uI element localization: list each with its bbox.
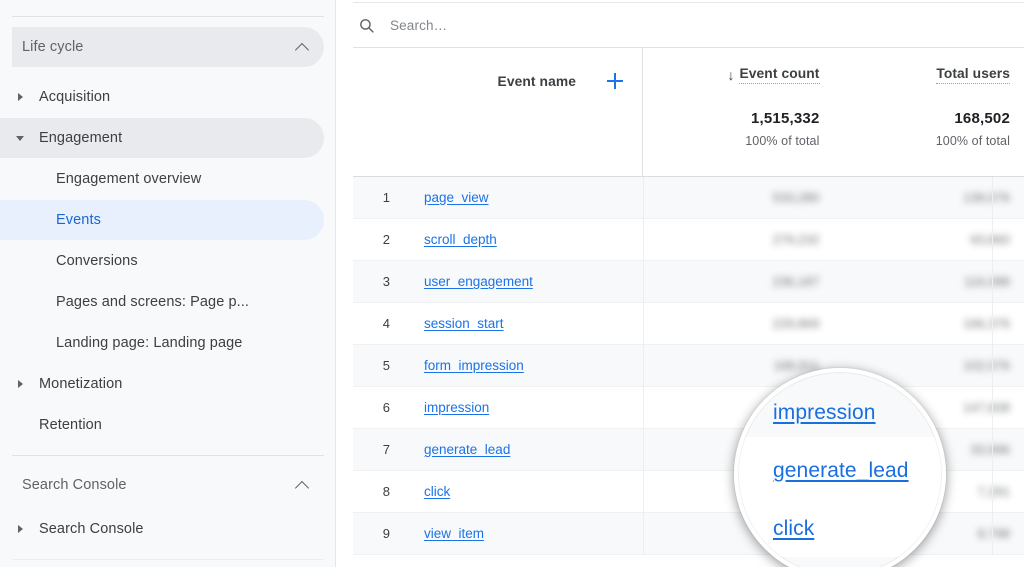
sidebar-item-events[interactable]: Events (0, 200, 324, 240)
metric-total-value: 1,515,332 (643, 110, 820, 127)
table-search-bar[interactable]: Search… (353, 3, 1024, 48)
main-content: Search… Event name ↓ Event count (336, 0, 1024, 567)
sidebar-item-engagement[interactable]: Engagement (0, 118, 324, 158)
dimension-header-cell: Event name (353, 48, 643, 176)
cell-event-count: 533,280 (643, 190, 834, 205)
event-name-link[interactable]: click (403, 484, 643, 499)
sidebar-item-label: Events (56, 212, 101, 228)
metric-header-event-count: ↓ Event count 1,515,332 100% of total (643, 48, 834, 176)
table-row[interactable]: 2 scroll_depth 279,232 93,860 (353, 219, 1024, 261)
sidebar-item-label: Pages and screens: Page p... (56, 294, 249, 310)
cell-total-users: 116,088 (834, 274, 1024, 289)
cell-event-count: 236,187 (643, 274, 834, 289)
sidebar-item-landing-page[interactable]: Landing page: Landing page (0, 323, 324, 363)
search-icon (358, 17, 375, 34)
row-rank: 8 (353, 484, 403, 499)
magnified-event-name[interactable]: impression (737, 401, 876, 425)
magnifier-lens: impression generate_lead click (734, 368, 946, 567)
row-rank: 3 (353, 274, 403, 289)
chevron-up-icon (296, 478, 310, 492)
row-rank: 7 (353, 442, 403, 457)
cell-event-count: 229,869 (643, 316, 834, 331)
cell-total-users: 139,076 (834, 190, 1024, 205)
row-rank: 5 (353, 358, 403, 373)
triangle-right-icon (8, 380, 32, 388)
event-name-link[interactable]: form_impression (403, 358, 643, 373)
triangle-down-icon (8, 136, 32, 141)
cell-total-users: 93,860 (834, 232, 1024, 247)
row-rank: 1 (353, 190, 403, 205)
magnifier-lens-content: impression generate_lead click (737, 371, 946, 567)
triangle-right-icon (8, 525, 32, 533)
sidebar-item-label: Search Console (39, 521, 144, 537)
table-row[interactable]: 1 page_view 533,280 139,076 (353, 177, 1024, 219)
sidebar-item-monetization[interactable]: Monetization (0, 364, 324, 404)
row-rank: 4 (353, 316, 403, 331)
metric-total-value: 168,502 (834, 110, 1011, 127)
metric-header-label[interactable]: Event count (739, 66, 819, 84)
row-rank: 6 (353, 400, 403, 415)
magnified-event-name[interactable]: generate_lead (737, 459, 909, 483)
row-rank: 2 (353, 232, 403, 247)
sidebar-item-label: Engagement overview (56, 171, 201, 187)
cell-total-users: 166,376 (834, 316, 1024, 331)
metrics-header: ↓ Event count 1,515,332 100% of total To… (643, 48, 1024, 176)
arrow-down-icon[interactable]: ↓ (727, 68, 734, 82)
left-sidebar: Realtime Life cycle Acquisition Engageme… (0, 0, 336, 567)
metric-header-label[interactable]: Total users (936, 66, 1010, 84)
search-input[interactable]: Search… (390, 18, 447, 33)
sidebar-item-label: Acquisition (39, 89, 110, 105)
metric-header-total-users: Total users 168,502 100% of total (834, 48, 1024, 176)
table-header: Event name ↓ Event count 1,515,332 100% … (353, 47, 1024, 177)
event-name-link[interactable]: user_engagement (403, 274, 643, 289)
sidebar-group-life-cycle[interactable]: Life cycle (12, 27, 324, 67)
sidebar-item-retention[interactable]: Retention (0, 405, 324, 445)
sidebar-group-label: Life cycle (22, 39, 296, 55)
event-name-link[interactable]: impression (403, 400, 643, 415)
event-name-link[interactable]: generate_lead (403, 442, 643, 457)
row-rank: 9 (353, 526, 403, 541)
metric-total-subtext: 100% of total (834, 134, 1011, 148)
sidebar-item-search-console[interactable]: Search Console (0, 509, 324, 549)
sidebar-item-label: Retention (39, 417, 102, 433)
sidebar-group-search-console[interactable]: Search Console (12, 465, 324, 505)
table-row[interactable]: 3 user_engagement 236,187 116,088 (353, 261, 1024, 303)
event-name-link[interactable]: scroll_depth (403, 232, 643, 247)
sidebar-item-realtime[interactable]: Realtime (20, 0, 76, 2)
chevron-up-icon (296, 40, 310, 54)
sidebar-item-label: Monetization (39, 376, 122, 392)
sidebar-item-label: Engagement (39, 130, 122, 146)
sidebar-group-label: Search Console (22, 477, 296, 493)
dimension-header-label: Event name (498, 74, 576, 89)
sidebar-item-label: Landing page: Landing page (56, 335, 242, 351)
magnified-event-name[interactable]: click (737, 517, 814, 541)
sidebar-item-conversions[interactable]: Conversions (0, 241, 324, 281)
triangle-right-icon (8, 93, 32, 101)
event-name-link[interactable]: view_item (403, 526, 643, 541)
table-row[interactable]: 4 session_start 229,869 166,376 (353, 303, 1024, 345)
cell-event-count: 279,232 (643, 232, 834, 247)
event-name-link[interactable]: page_view (403, 190, 643, 205)
sidebar-item-label: Conversions (56, 253, 138, 269)
sidebar-item-acquisition[interactable]: Acquisition (0, 77, 324, 117)
plus-icon[interactable] (602, 68, 628, 94)
analytics-events-page: Realtime Life cycle Acquisition Engageme… (0, 0, 1024, 567)
metric-total-subtext: 100% of total (643, 134, 820, 148)
sidebar-item-pages-and-screens[interactable]: Pages and screens: Page p... (0, 282, 324, 322)
sidebar-item-engagement-overview[interactable]: Engagement overview (0, 159, 324, 199)
event-name-link[interactable]: session_start (403, 316, 643, 331)
